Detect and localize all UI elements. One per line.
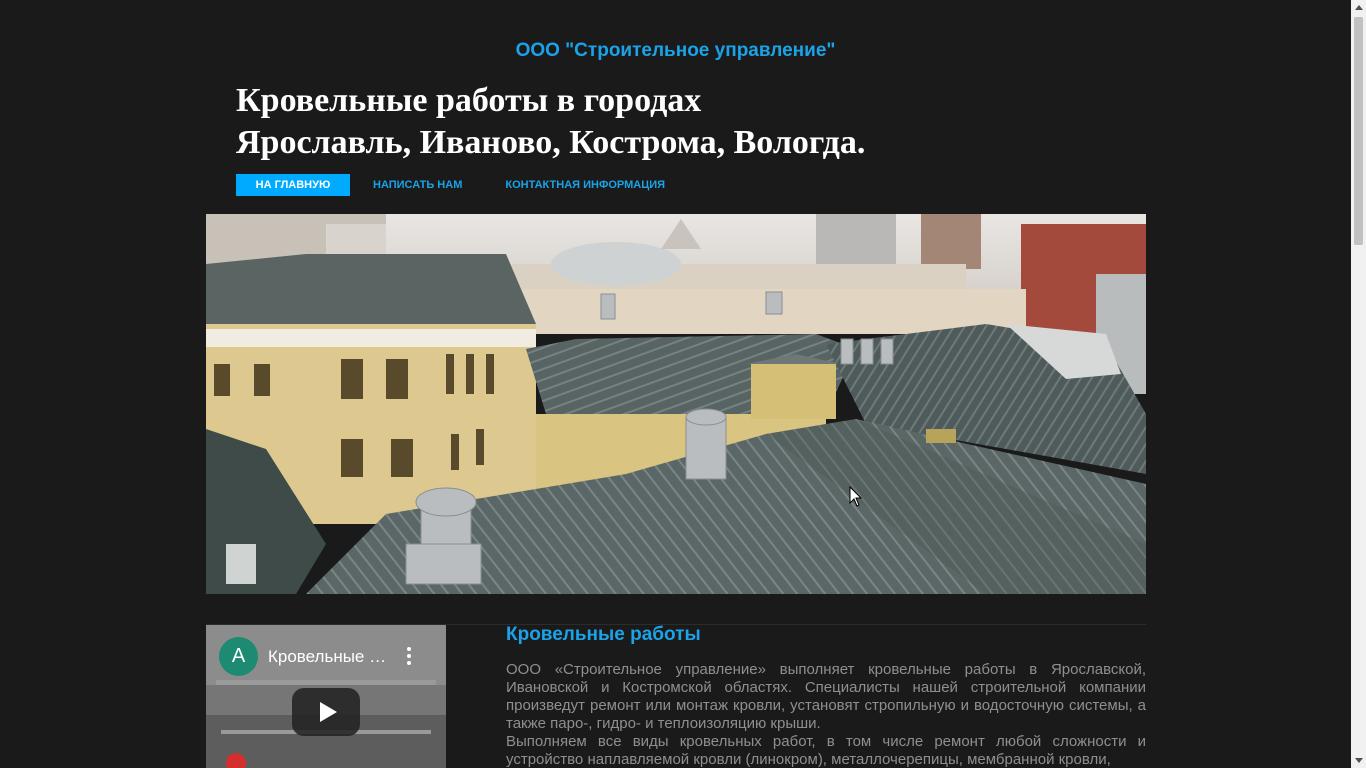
nav-write-us-link[interactable]: НАПИСАТЬ НАМ [373,174,462,196]
channel-avatar[interactable]: A [219,637,258,676]
section-paragraph-1: ООО «Строительное управление» выполняет … [506,661,1146,732]
section-title: Кровельные работы [506,624,701,645]
mouse-cursor-icon [849,486,863,507]
page-headline: Кровельные работы в городах Ярославль, И… [236,80,1136,164]
video-title[interactable]: Кровельные работы [268,647,388,667]
play-icon [319,702,337,722]
scrollbar-thumb[interactable] [1354,17,1363,245]
play-button[interactable] [292,688,360,736]
more-options-icon[interactable] [404,647,414,665]
scroll-down-arrow-icon[interactable] [1351,753,1366,768]
company-name: ООО "Строительное управление" [515,40,836,61]
hero-roof-photo [206,214,1146,594]
section-body: ООО «Строительное управление» выполняет … [506,661,1146,768]
nav-home-link[interactable]: НА ГЛАВНУЮ [236,174,350,196]
headline-line-1: Кровельные работы в городах [236,82,702,119]
vertical-scrollbar[interactable] [1351,0,1366,768]
youtube-video-embed[interactable]: A Кровельные работы [206,625,446,768]
nav-contacts-link[interactable]: КОНТАКТНАЯ ИНФОРМАЦИЯ [505,174,665,196]
scroll-up-arrow-icon[interactable] [1351,0,1366,15]
main-nav: НА ГЛАВНУЮ НАПИСАТЬ НАМ КОНТАКТНАЯ ИНФОР… [236,174,665,196]
section-paragraph-2: Выполняем все виды кровельных работ, в т… [506,733,1146,768]
headline-line-2: Ярославль, Иваново, Кострома, Вологда. [236,124,866,161]
